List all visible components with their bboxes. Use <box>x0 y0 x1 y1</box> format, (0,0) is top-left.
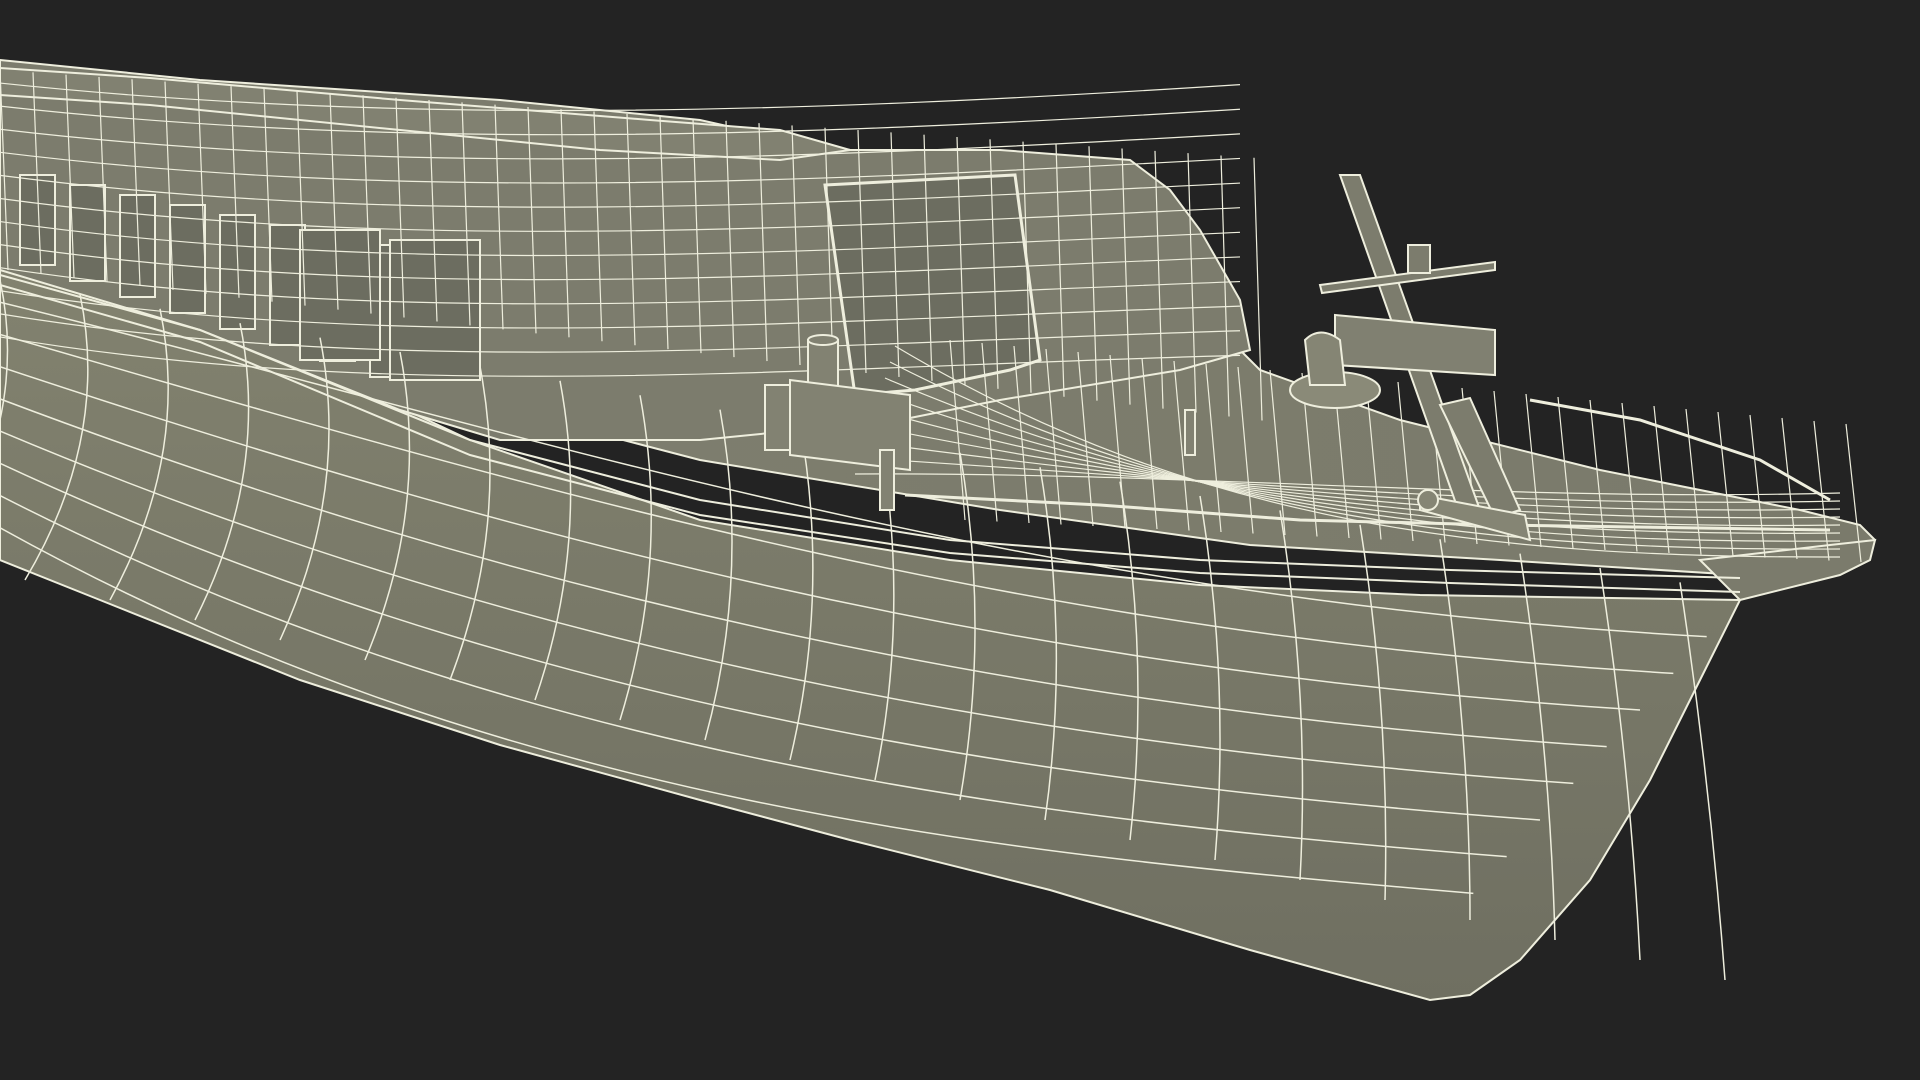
horn-base <box>1417 489 1439 511</box>
nav-panel <box>1334 313 1496 377</box>
side-window <box>169 204 206 314</box>
winch-head <box>1303 331 1347 386</box>
windshield <box>823 173 1042 397</box>
wireframe-scene <box>0 58 1877 1002</box>
render-viewport <box>0 0 1920 1080</box>
